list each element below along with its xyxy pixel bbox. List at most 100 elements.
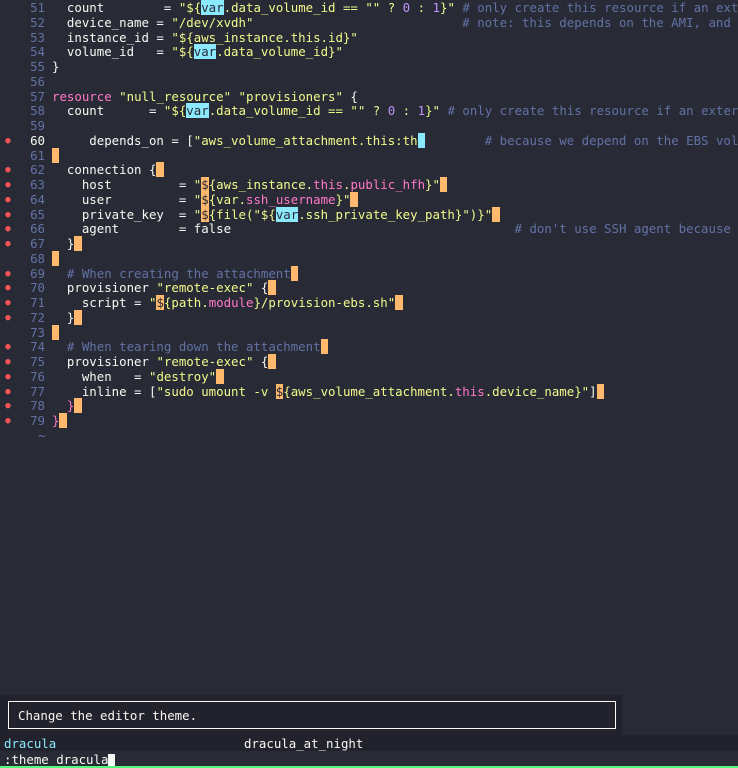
completion-item-dracula-at-night[interactable]: dracula_at_night [244, 736, 363, 751]
code-line[interactable]: 68 [0, 250, 738, 267]
code-text[interactable]: provisioner "remote-exec" { [52, 280, 276, 296]
code-token: {path. [163, 295, 209, 310]
line-number: 59 [30, 118, 45, 133]
code-token: 0 [402, 0, 411, 15]
code-token: "provisioners" [238, 88, 343, 104]
code-text[interactable]: provisioner "remote-exec" { [52, 354, 276, 370]
command-input[interactable]: :theme dracula [4, 752, 116, 767]
code-line[interactable]: ● 63 host = "${aws_instance.this.public_h… [0, 177, 738, 193]
code-text[interactable]: when = "destroy" [52, 368, 224, 385]
code-token: .ssh_private_key_path}")}" [298, 206, 493, 222]
code-token: depends_on = [ [52, 132, 194, 148]
code-line[interactable]: 58 count = "${var.data_volume_id == "" ?… [0, 103, 738, 119]
code-line[interactable]: ● 66 agent = false # don't use SSH agent … [0, 221, 738, 237]
cursor-marker [156, 162, 164, 178]
code-token: "sudo umount -v [156, 383, 276, 399]
code-text[interactable]: } [52, 309, 82, 326]
code-line[interactable]: ● 71 script = "${path.module}/provision-e… [0, 295, 738, 311]
code-token: }" [439, 0, 455, 15]
code-token: ssh_username [246, 191, 336, 207]
code-line[interactable]: ● 77 inline = ["sudo umount -v ${aws_volu… [0, 383, 738, 400]
code-line[interactable]: ● 67 } [0, 236, 738, 252]
line-number: 73 [30, 324, 45, 340]
code-line[interactable]: ● 78 } [0, 398, 738, 414]
code-token: private_key = [52, 206, 194, 222]
code-text[interactable]: user = "${var.ssh_username}" [52, 191, 358, 208]
code-line[interactable]: 53 instance_id = "${aws_instance.this.id… [0, 30, 738, 46]
code-line[interactable]: ● 70 provisioner "remote-exec" { [0, 280, 738, 296]
code-line[interactable]: 61 [0, 147, 738, 164]
code-text[interactable]: # When tearing down the attachment [52, 339, 329, 355]
code-line[interactable]: 55} [0, 59, 738, 75]
code-token: "null_resource" [119, 88, 232, 104]
cursor-marker [74, 398, 82, 414]
code-line[interactable]: ● 64 user = "${var.ssh_username}" [0, 191, 738, 208]
cursor-marker [596, 383, 605, 399]
code-text[interactable]: } [52, 413, 67, 429]
command-text: :theme dracula [4, 752, 109, 767]
line-number: 78 [30, 398, 45, 414]
code-text[interactable]: resource "null_resource" "provisioners" … [52, 88, 358, 105]
completion-item-dracula[interactable]: dracula [4, 736, 56, 751]
code-text[interactable]: private_key = "${file("${var.ssh_private… [52, 206, 500, 223]
code-text[interactable]: } [52, 59, 59, 75]
code-text[interactable]: count = "${var.data_volume_id == "" ? 0 … [52, 0, 738, 16]
code-line[interactable]: ● 79} [0, 413, 738, 429]
code-text[interactable]: } [52, 236, 82, 252]
line-number: 62 [30, 162, 45, 178]
code-token: .data_volume_id == "" ? [208, 103, 388, 119]
code-token: var [275, 206, 299, 222]
code-line[interactable]: ● 76 when = "destroy" [0, 368, 738, 385]
code-text[interactable]: agent = false # don't use SSH agent beca… [52, 221, 738, 237]
code-line[interactable]: 56 [0, 73, 738, 90]
code-line[interactable]: 57 resource "null_resource" "provisioners… [0, 88, 738, 105]
code-text[interactable]: volume_id = "${var.data_volume_id}" [52, 44, 343, 60]
code-line[interactable]: 73 [0, 324, 738, 341]
code-text[interactable]: script = "${path.module}/provision-ebs.s… [52, 295, 403, 311]
code-line[interactable]: ● 74 # When tearing down the attachment [0, 339, 738, 355]
line-number: 68 [30, 250, 45, 266]
code-token: var [186, 103, 209, 119]
code-line[interactable]: ● 60 depends_on = ["aws_volume_attachment… [0, 132, 738, 149]
code-text[interactable] [52, 324, 60, 341]
code-text[interactable] [52, 250, 60, 267]
cursor-marker: $ [201, 191, 209, 207]
code-token: }/provision-ebs.sh" [253, 295, 396, 310]
code-text[interactable] [52, 147, 60, 164]
code-text[interactable]: } [52, 398, 82, 414]
code-line[interactable]: ● 62 connection { [0, 162, 738, 178]
code-token: "${ [178, 0, 202, 15]
code-text[interactable]: inline = ["sudo umount -v ${aws_volume_a… [52, 383, 605, 400]
code-token: "remote-exec" [156, 280, 254, 296]
editor-pane[interactable]: 51 count = "${var.data_volume_id == "" ?… [0, 0, 738, 695]
code-token: resource [52, 88, 112, 104]
code-text[interactable]: connection { [52, 162, 164, 178]
code-line[interactable]: 54 volume_id = "${var.data_volume_id}" [0, 44, 738, 60]
code-token: connection { [52, 162, 157, 178]
code-line[interactable]: ● 65 private_key = "${file("${var.ssh_pri… [0, 206, 738, 223]
code-line[interactable]: 51 count = "${var.data_volume_id == "" ?… [0, 0, 738, 16]
code-token: provisioner [52, 280, 157, 296]
code-token: # because we depend on the EBS volume be… [484, 132, 738, 148]
code-text[interactable]: depends_on = ["aws_volume_attachment.thi… [52, 132, 738, 149]
code-text[interactable]: device_name = "/dev/xvdh" # note: this d… [52, 15, 738, 31]
code-line[interactable]: ● 72 } [0, 309, 738, 326]
code-text[interactable]: # When creating the attachment [52, 265, 299, 282]
code-token: {var. [208, 191, 246, 207]
code-token: }" [335, 191, 351, 207]
cursor-marker: $ [156, 295, 164, 310]
code-text[interactable]: host = "${aws_instance.this.public_hfh}" [52, 177, 448, 193]
code-line[interactable]: ● 69 # When creating the attachment [0, 265, 738, 282]
line-number: 57 [30, 88, 45, 104]
code-line[interactable]: 52 device_name = "/dev/xvdh" # note: thi… [0, 15, 738, 31]
line-number: 69 [30, 265, 45, 281]
code-line[interactable]: 59 [0, 118, 738, 134]
code-text[interactable]: instance_id = "${aws_instance.this.id}" [52, 30, 358, 46]
cursor-marker [439, 177, 448, 192]
line-number: 56 [30, 73, 45, 89]
cursor-marker [52, 147, 60, 163]
code-token: host = [52, 177, 194, 192]
code-text[interactable]: count = "${var.data_volume_id == "" ? 0 … [52, 103, 738, 119]
code-token: "destroy" [148, 368, 217, 384]
code-line[interactable]: ● 75 provisioner "remote-exec" { [0, 354, 738, 370]
